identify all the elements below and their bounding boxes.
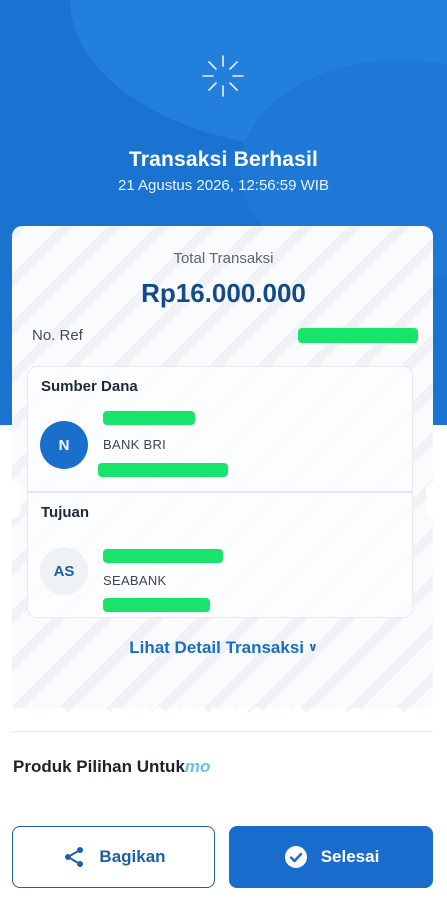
chevron-down-icon: ∨ (308, 640, 318, 654)
destination-account-card: Tujuan AS SEABANK (27, 492, 413, 618)
receipt-serrated-edge (12, 700, 433, 714)
share-button[interactable]: Bagikan (12, 826, 215, 888)
transaction-datetime: 21 Agustus 2026, 12:56:59 WIB (118, 177, 329, 194)
sparkle-icon (202, 55, 244, 97)
share-icon (61, 844, 87, 870)
ref-label: No. Ref (32, 327, 83, 344)
total-amount: Rp16.000.000 (141, 278, 306, 308)
destination-bank: SEABANK (103, 573, 167, 588)
avatar: N (40, 421, 88, 469)
source-bank: BANK BRI (103, 437, 167, 452)
destination-account-redacted (103, 598, 210, 612)
receipt-notch-left (3, 482, 21, 518)
check-circle-icon (283, 844, 309, 870)
avatar: AS (40, 547, 88, 595)
product-section-title: Produk Pilihan Untukmo (13, 757, 210, 777)
page-title: Transaksi Berhasil (128, 148, 319, 171)
share-button-label: Bagikan (99, 847, 166, 866)
total-label: Total Transaksi (173, 250, 274, 267)
product-title-text: Produk Pilihan Untuk (13, 757, 185, 776)
done-button-label: Selesai (320, 847, 380, 866)
section-divider (12, 731, 433, 732)
source-name-redacted (103, 411, 195, 425)
detail-link-label: Lihat Detail Transaksi (129, 638, 305, 657)
destination-name-redacted (103, 549, 223, 563)
source-title: Sumber Dana (41, 378, 138, 395)
destination-title: Tujuan (41, 504, 90, 521)
done-button[interactable]: Selesai (229, 826, 433, 888)
view-transaction-detail-link[interactable]: Lihat Detail Transaksi ∨ (0, 638, 447, 658)
source-account-redacted (98, 463, 228, 477)
source-account-card: Sumber Dana N BANK BRI (27, 366, 413, 492)
brand-logo: mo (184, 757, 211, 776)
ref-number-redacted (298, 328, 418, 343)
receipt-notch-right (426, 482, 444, 518)
